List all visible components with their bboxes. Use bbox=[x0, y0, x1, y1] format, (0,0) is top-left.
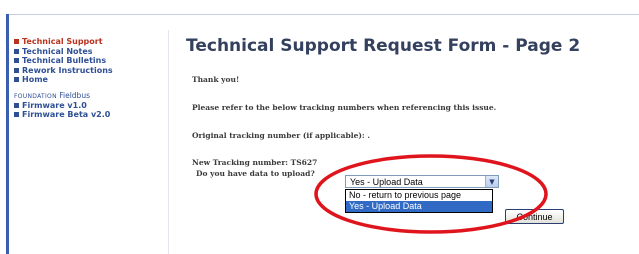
new-tracking-text: New Tracking number: TS627 bbox=[192, 158, 318, 167]
square-bullet-icon bbox=[14, 112, 19, 118]
square-bullet-icon bbox=[14, 48, 19, 54]
sidebar-item-label: Home bbox=[22, 75, 48, 84]
square-bullet-icon bbox=[14, 102, 19, 108]
square-bullet-icon bbox=[14, 58, 19, 64]
sidebar-item-firmware-v1[interactable]: Firmware v1.0 bbox=[14, 101, 169, 111]
sidebar-item-home[interactable]: Home bbox=[14, 75, 169, 85]
chevron-down-icon[interactable]: ▼ bbox=[485, 176, 498, 187]
left-accent-bar bbox=[6, 14, 9, 254]
sidebar-item-label: Firmware Beta v2.0 bbox=[22, 110, 111, 119]
square-bullet-icon bbox=[14, 67, 19, 73]
upload-select-value: Yes - Upload Data bbox=[350, 176, 423, 187]
upload-data-select[interactable]: Yes - Upload Data ▼ bbox=[345, 175, 499, 188]
continue-button[interactable]: Continue bbox=[505, 209, 564, 224]
sidebar-item-label: Rework Instructions bbox=[22, 65, 113, 75]
sidebar-heading-caps: Foundation bbox=[14, 92, 57, 100]
sidebar-item-technical-support[interactable]: Technical Support bbox=[14, 37, 169, 47]
sidebar-item-label: Firmware v1.0 bbox=[22, 100, 87, 110]
sidebar-heading-rest: Fieldbus bbox=[56, 90, 90, 100]
sidebar-section-heading: Foundation Fieldbus bbox=[14, 91, 169, 101]
sidebar-item-label: Technical Notes bbox=[22, 46, 93, 56]
sidebar-item-rework-instructions[interactable]: Rework Instructions bbox=[14, 66, 169, 76]
sidebar-item-label: Technical Bulletins bbox=[22, 56, 107, 65]
sidebar-nav: Technical Support Technical Notes Techni… bbox=[14, 37, 169, 120]
sidebar-item-technical-notes[interactable]: Technical Notes bbox=[14, 47, 169, 57]
sidebar-item-firmware-beta-v2[interactable]: Firmware Beta v2.0 bbox=[14, 110, 169, 120]
dropdown-option-yes[interactable]: Yes - Upload Data bbox=[346, 201, 492, 212]
upload-dropdown-list: No - return to previous page Yes - Uploa… bbox=[345, 189, 493, 213]
square-bullet-icon bbox=[14, 39, 19, 45]
refer-instructions-text: Please refer to the below tracking numbe… bbox=[192, 103, 497, 112]
square-bullet-icon bbox=[14, 77, 19, 83]
thank-you-text: Thank you! bbox=[192, 75, 240, 84]
page-title: Technical Support Request Form - Page 2 bbox=[186, 36, 581, 56]
original-tracking-text: Original tracking number (if applicable)… bbox=[192, 131, 370, 140]
sidebar-item-technical-bulletins[interactable]: Technical Bulletins bbox=[14, 56, 169, 66]
top-rule bbox=[6, 14, 639, 15]
upload-question-label: Do you have data to upload? bbox=[196, 169, 315, 178]
dropdown-option-no[interactable]: No - return to previous page bbox=[346, 190, 492, 201]
sidebar-item-label: Technical Support bbox=[22, 37, 103, 46]
